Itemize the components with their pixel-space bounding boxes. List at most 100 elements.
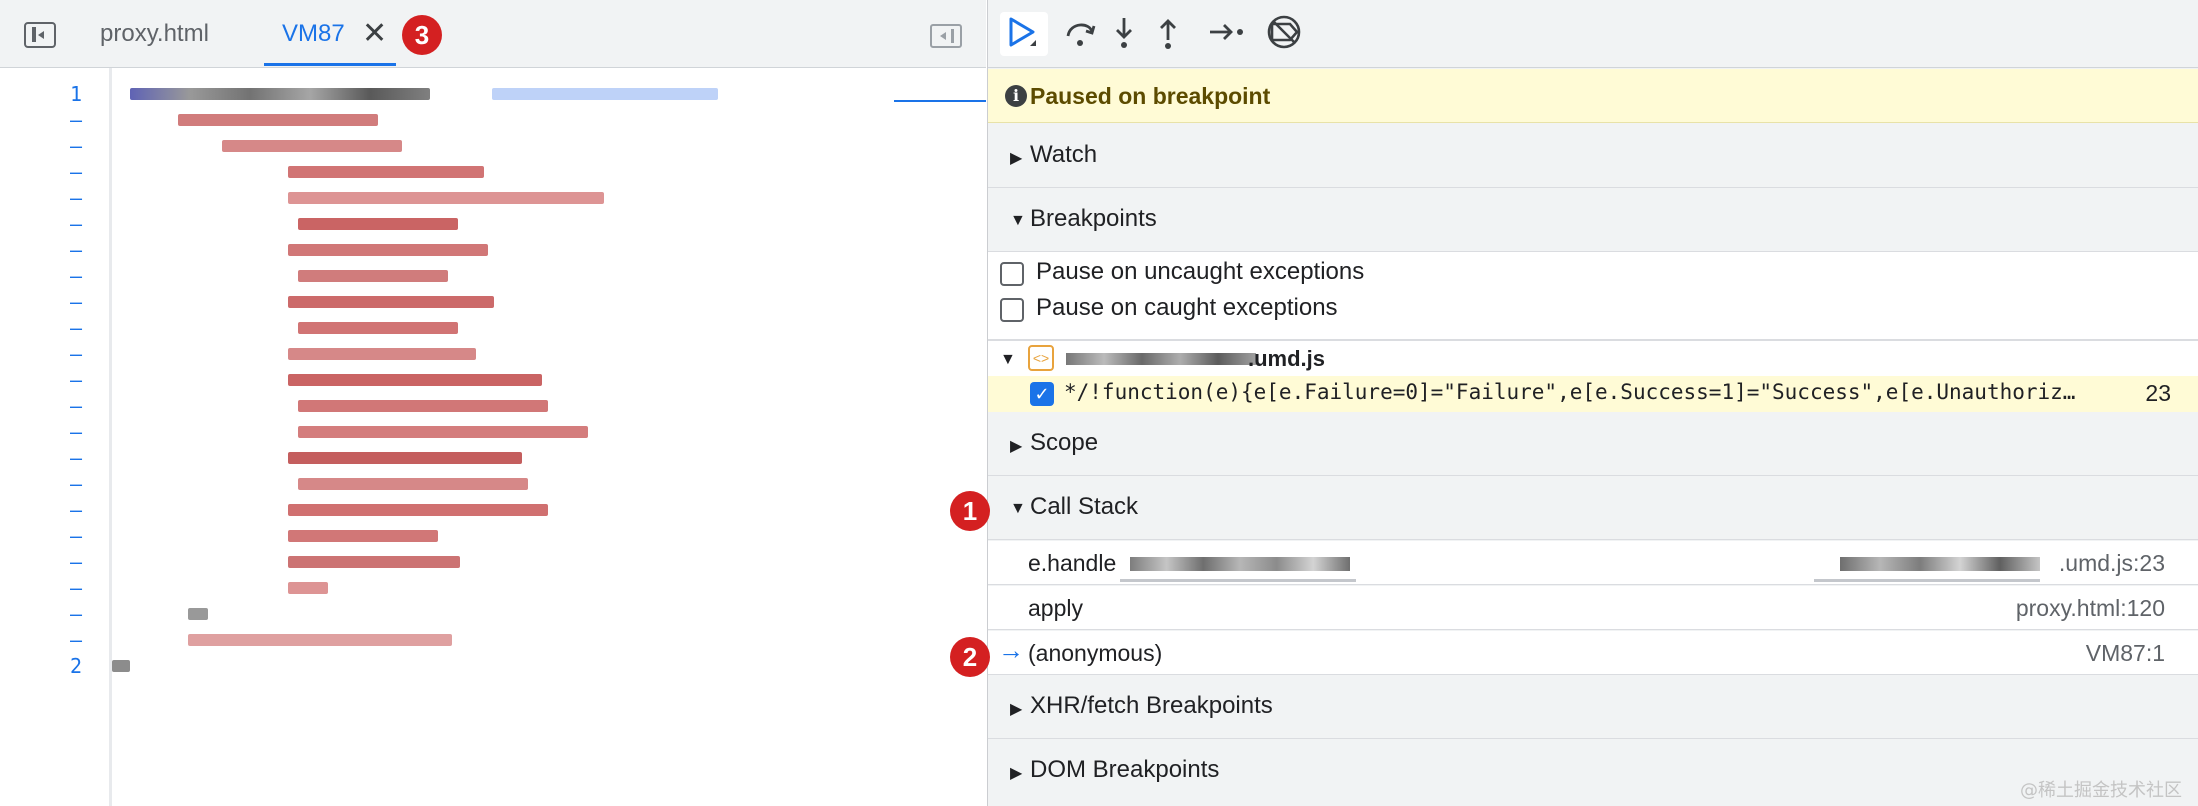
line-number-gutter[interactable]: 1– – – – – – – – – – – – – – – – – – – – –2 bbox=[0, 68, 112, 806]
collapse-arrow-icon: ▼ bbox=[1010, 212, 1026, 229]
deactivate-breakpoints-icon[interactable] bbox=[1264, 12, 1312, 56]
call-frame[interactable]: e.handle .umd.js:23 bbox=[988, 541, 2198, 585]
section-watch[interactable]: ▶ Watch bbox=[988, 124, 2198, 188]
redacted-code bbox=[130, 88, 430, 100]
frame-function-name: apply bbox=[1028, 595, 1083, 621]
section-call-stack[interactable]: ▼ Call Stack bbox=[988, 476, 2198, 540]
redacted-code bbox=[288, 192, 604, 204]
line-number[interactable]: – bbox=[0, 576, 82, 600]
section-scope[interactable]: ▶ Scope bbox=[988, 412, 2198, 476]
line-number[interactable]: – bbox=[0, 134, 82, 158]
frame-location[interactable]: proxy.html:120 bbox=[2016, 595, 2165, 622]
redacted-code bbox=[288, 244, 488, 256]
line-number[interactable]: – bbox=[0, 160, 82, 184]
frame-location[interactable]: .umd.js:23 bbox=[2059, 550, 2165, 577]
watermark: @稀土掘金技术社区 bbox=[2020, 780, 2182, 801]
section-title: Breakpoints bbox=[1030, 205, 1157, 232]
debugger-toolbar bbox=[988, 0, 2198, 68]
file-script-icon: <> bbox=[1028, 345, 1054, 371]
redacted-code bbox=[288, 348, 476, 360]
section-xhr-breakpoints[interactable]: ▶ XHR/fetch Breakpoints bbox=[988, 675, 2198, 739]
redacted-code bbox=[298, 218, 458, 230]
line-number[interactable]: – bbox=[0, 550, 82, 574]
redacted-code bbox=[288, 296, 494, 308]
breakpoint-item[interactable]: ✓ */!function(e){e[e.Failure=0]="Failure… bbox=[988, 376, 2198, 412]
line-number[interactable]: – bbox=[0, 290, 82, 314]
tab-label: VM87 bbox=[282, 20, 345, 47]
redacted-function-text bbox=[1130, 557, 1350, 571]
info-icon: i bbox=[1005, 85, 1027, 107]
redacted-code bbox=[288, 452, 522, 464]
redacted-code bbox=[188, 634, 452, 646]
expand-arrow-icon: ▶ bbox=[1010, 701, 1023, 718]
redacted-code bbox=[288, 556, 460, 568]
line-number[interactable]: – bbox=[0, 264, 82, 288]
line-number[interactable]: – bbox=[0, 238, 82, 262]
redacted-code bbox=[288, 582, 328, 594]
line-number[interactable]: 2 bbox=[0, 654, 82, 678]
step-out-icon[interactable] bbox=[1148, 12, 1196, 56]
section-dom-breakpoints[interactable]: ▶ DOM Breakpoints bbox=[988, 739, 2198, 803]
toggle-debugger-icon[interactable] bbox=[930, 24, 962, 48]
tab-label: proxy.html bbox=[100, 20, 209, 47]
section-breakpoints[interactable]: ▼ Breakpoints bbox=[988, 188, 2198, 252]
step-icon[interactable] bbox=[1206, 12, 1254, 56]
breakpoint-checkbox-checked[interactable]: ✓ bbox=[1030, 382, 1054, 406]
paused-message: Paused on breakpoint bbox=[1030, 83, 1271, 109]
current-frame-arrow-icon: → bbox=[998, 635, 1024, 665]
line-number[interactable]: – bbox=[0, 420, 82, 444]
annotation-badge-2: 2 bbox=[950, 637, 990, 677]
resume-icon[interactable] bbox=[1000, 12, 1048, 56]
redacted-underline bbox=[1120, 579, 1356, 582]
redacted-code bbox=[298, 478, 528, 490]
annotation-badge-3: 3 bbox=[402, 15, 442, 55]
line-number[interactable]: – bbox=[0, 498, 82, 522]
breakpoint-file-group[interactable]: ▼ <> .umd.js bbox=[988, 340, 2198, 376]
call-frame[interactable]: apply proxy.html:120 bbox=[988, 586, 2198, 630]
expand-arrow-icon: ▶ bbox=[1010, 150, 1023, 167]
line-number[interactable]: – bbox=[0, 394, 82, 418]
redacted-code bbox=[298, 400, 548, 412]
checkbox[interactable] bbox=[1000, 262, 1024, 286]
line-number[interactable]: – bbox=[0, 472, 82, 496]
line-number[interactable]: – bbox=[0, 108, 82, 132]
redacted-code bbox=[492, 88, 718, 100]
file-name-suffix: .umd.js bbox=[1248, 346, 1326, 371]
collapse-arrow-icon[interactable]: ▼ bbox=[1000, 351, 1016, 369]
line-number[interactable]: – bbox=[0, 446, 82, 470]
line-number[interactable]: – bbox=[0, 368, 82, 392]
code-area[interactable] bbox=[112, 68, 986, 806]
breakpoint-code: */!function(e){e[e.Failure=0]="Failure",… bbox=[1064, 380, 2076, 404]
close-icon[interactable]: ✕ bbox=[362, 0, 387, 68]
tab-proxy-html[interactable]: proxy.html bbox=[100, 0, 209, 68]
line-number[interactable]: – bbox=[0, 628, 82, 652]
line-number[interactable]: – bbox=[0, 524, 82, 548]
line-number[interactable]: – bbox=[0, 186, 82, 210]
redacted-code bbox=[298, 426, 588, 438]
step-into-icon[interactable] bbox=[1104, 12, 1152, 56]
line-number[interactable]: – bbox=[0, 342, 82, 366]
line-number[interactable]: 1 bbox=[0, 82, 82, 106]
line-number[interactable]: – bbox=[0, 316, 82, 340]
redacted-code bbox=[298, 270, 448, 282]
redacted-file-name bbox=[1066, 353, 1256, 365]
paused-banner: i Paused on breakpoint bbox=[988, 69, 2198, 123]
redacted-code bbox=[188, 608, 208, 620]
line-number[interactable]: – bbox=[0, 602, 82, 626]
section-title: Scope bbox=[1030, 429, 1099, 456]
section-title: XHR/fetch Breakpoints bbox=[1030, 692, 1273, 719]
redacted-code bbox=[112, 660, 130, 672]
expand-arrow-icon: ▶ bbox=[1010, 438, 1023, 455]
line-number[interactable]: – bbox=[0, 212, 82, 236]
frame-location[interactable]: VM87:1 bbox=[2086, 640, 2165, 667]
step-over-icon[interactable] bbox=[1060, 12, 1108, 56]
tab-vm87[interactable]: VM87 ✕ bbox=[264, 0, 396, 66]
checkbox[interactable] bbox=[1000, 298, 1024, 322]
pause-options: Pause on uncaught exceptions Pause on ca… bbox=[988, 252, 2198, 340]
redacted-code bbox=[288, 530, 438, 542]
frame-function: e.handle bbox=[1028, 550, 1116, 577]
redacted-code bbox=[222, 140, 402, 152]
sidebar-toggle-icon[interactable] bbox=[24, 22, 56, 48]
section-title: Watch bbox=[1030, 141, 1098, 168]
call-frame-current[interactable]: → (anonymous) VM87:1 bbox=[988, 631, 2198, 675]
